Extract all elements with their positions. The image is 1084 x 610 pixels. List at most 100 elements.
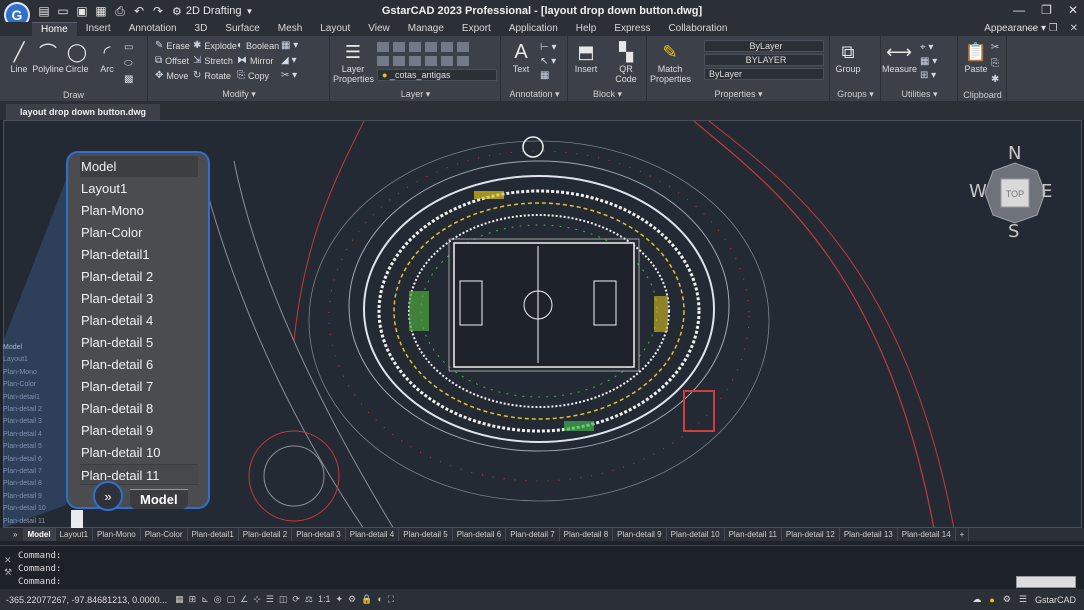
workspace-icon[interactable]: ⚙ (348, 594, 356, 605)
ribbon-tab-home[interactable]: Home (32, 21, 77, 37)
dimension-icon[interactable]: ⊢ ▾ (540, 42, 557, 53)
transparency-icon[interactable]: ◫ (279, 594, 288, 605)
ellipse-icon[interactable]: ⬭ (124, 58, 133, 69)
layer-tool-icon[interactable] (393, 42, 405, 52)
layout-tab[interactable]: Plan-detail 3 (292, 528, 346, 541)
layout-list-item[interactable]: Plan-detail 5 (3, 441, 63, 453)
annotation-scale-value[interactable]: 1:1 (318, 594, 331, 605)
measure-button[interactable]: ⟷ Measure (882, 40, 917, 75)
layout-tab[interactable]: Plan-Mono (93, 528, 141, 541)
ribbon-tab-application[interactable]: Application (500, 22, 567, 36)
copy-button[interactable]: ⎘ Copy (237, 70, 269, 81)
grid-icon[interactable]: ▦ (175, 594, 184, 605)
layout-list-item[interactable]: Plan-detail 8 (3, 478, 63, 490)
layer-tool-icon[interactable] (425, 56, 437, 66)
qr-code-button[interactable]: ▚ QR Code (609, 40, 643, 85)
layer-tool-icon[interactable] (457, 42, 469, 52)
circle-button[interactable]: ◯ Circle (60, 40, 94, 75)
explode-button[interactable]: ✱ Explode (193, 40, 237, 51)
undo-icon[interactable]: ↶ (133, 4, 145, 19)
mirror-button[interactable]: ⧓ Mirror (237, 55, 274, 66)
layout-list-item[interactable]: Plan-detail 7 (3, 466, 63, 478)
stretch-button[interactable]: ⇲ Stretch (193, 55, 233, 66)
layout-list-item[interactable]: Plan-detail 6 (3, 454, 63, 466)
layout-tab[interactable]: Plan-detail 5 (399, 528, 453, 541)
popup-layout-item[interactable]: Plan-detail 8 (80, 398, 198, 419)
text-button[interactable]: A Text (504, 40, 538, 75)
add-layout-tab[interactable]: + (956, 528, 970, 541)
rectangle-icon[interactable]: ▭ (124, 42, 133, 53)
annotation-visibility-icon[interactable]: ✦ (335, 594, 343, 605)
doc-restore-icon[interactable]: ❐ (1049, 23, 1058, 34)
new-file-icon[interactable]: ▤ (38, 4, 50, 19)
close-icon[interactable]: ✕ (4, 554, 12, 566)
bulb-icon[interactable]: ● (989, 595, 994, 605)
layout-tab[interactable]: Plan-detail1 (188, 528, 239, 541)
layout-tab[interactable]: Plan-detail 6 (453, 528, 507, 541)
match-properties-button[interactable]: ✎ Match Properties (650, 40, 691, 85)
match-icon[interactable]: ✱ (991, 74, 999, 85)
otrack-icon[interactable]: ∠ (240, 594, 248, 605)
layout-tab[interactable]: Layout1 (56, 528, 94, 541)
layout-tab[interactable]: Plan-detail 8 (560, 528, 614, 541)
lineweight-dropdown[interactable]: ByLayer (704, 68, 824, 80)
erase-button[interactable]: ✎ Erase (155, 40, 190, 51)
settings-icon[interactable]: ⚙ (1003, 594, 1011, 605)
popup-layout-item[interactable]: Plan-detail 5 (80, 332, 198, 353)
redo-icon[interactable]: ↷ (152, 4, 164, 19)
lineweight-icon[interactable]: ☰ (266, 594, 274, 605)
layout-list-item[interactable]: Plan-detail1 (3, 392, 63, 404)
popup-layout-item[interactable]: Plan-Mono (80, 200, 198, 221)
layer-tool-icon[interactable] (377, 42, 389, 52)
fillet-icon[interactable]: ◢ ▾ (281, 55, 297, 66)
id-point-icon[interactable]: ⌖ ▾ (920, 42, 933, 53)
annotation-scale-icon[interactable]: ⚖ (305, 594, 313, 605)
layer-tool-icon[interactable] (441, 56, 453, 66)
ribbon-tab-annotation[interactable]: Annotation (120, 22, 186, 36)
ribbon-tab-collaboration[interactable]: Collaboration (659, 22, 736, 36)
ribbon-tab-surface[interactable]: Surface (216, 22, 268, 36)
layout-list-item[interactable]: Plan-detail 9 (3, 491, 63, 503)
layout-tab[interactable]: Plan-detail 7 (506, 528, 560, 541)
ortho-icon[interactable]: ⊾ (201, 594, 209, 605)
move-button[interactable]: ✥ Move (155, 70, 188, 81)
ribbon-tab-help[interactable]: Help (567, 22, 606, 36)
doc-close-icon[interactable]: ✕ (1070, 23, 1078, 34)
arc-button[interactable]: ◜ Arc (90, 40, 124, 75)
popup-layout-item[interactable]: Plan-detail 2 (80, 266, 198, 287)
viewcube-face-top[interactable]: TOP (1003, 189, 1027, 199)
table-icon[interactable]: ▦ (540, 70, 549, 81)
leader-icon[interactable]: ↖ ▾ (540, 56, 556, 67)
print-icon[interactable]: ⎙ (114, 4, 126, 19)
ribbon-tab-mesh[interactable]: Mesh (269, 22, 311, 36)
fullscreen-icon[interactable]: ⛶ (388, 594, 394, 605)
model-tab-button[interactable]: Model (130, 489, 188, 509)
ribbon-tab-insert[interactable]: Insert (77, 22, 120, 36)
document-tab[interactable]: layout drop down button.dwg (6, 104, 160, 120)
snap-icon[interactable]: ⊞ (189, 594, 197, 605)
popup-layout-item[interactable]: Layout1 (80, 178, 198, 199)
layout-tab[interactable]: Plan-detail 11 (725, 528, 782, 541)
layer-tool-icon[interactable] (409, 42, 421, 52)
layout-list-item[interactable]: Plan-detail 2 (3, 404, 63, 416)
popup-layout-item[interactable]: Plan-detail 4 (80, 310, 198, 331)
layer-tool-icon[interactable] (457, 56, 469, 66)
restore-icon[interactable]: ❐ (1041, 3, 1052, 17)
isolate-icon[interactable]: ◐ (377, 594, 382, 605)
layout-list-item[interactable]: Plan-Color (3, 379, 63, 391)
layer-tool-icon[interactable] (377, 56, 389, 66)
save-icon[interactable]: ▣ (76, 4, 88, 19)
open-file-icon[interactable]: ▭ (57, 4, 69, 19)
layer-tool-icon[interactable] (393, 56, 405, 66)
ribbon-tab-3d[interactable]: 3D (186, 22, 217, 36)
popup-layout-item[interactable]: Plan-Color (80, 222, 198, 243)
paste-button[interactable]: 📋 Paste (959, 40, 993, 75)
layout-tab[interactable]: Plan-detail 14 (898, 528, 956, 541)
layer-properties-button[interactable]: ☰ Layer Properties (333, 40, 374, 85)
layout-tab[interactable]: Plan-detail 10 (667, 528, 725, 541)
popup-layout-item[interactable]: Plan-detail1 (80, 244, 198, 265)
cut-icon[interactable]: ✂ (991, 42, 999, 53)
layer-tool-icon[interactable] (425, 42, 437, 52)
copy-clip-icon[interactable]: ⎘ (991, 58, 999, 69)
wrench-icon[interactable]: ⚒ (4, 566, 12, 578)
